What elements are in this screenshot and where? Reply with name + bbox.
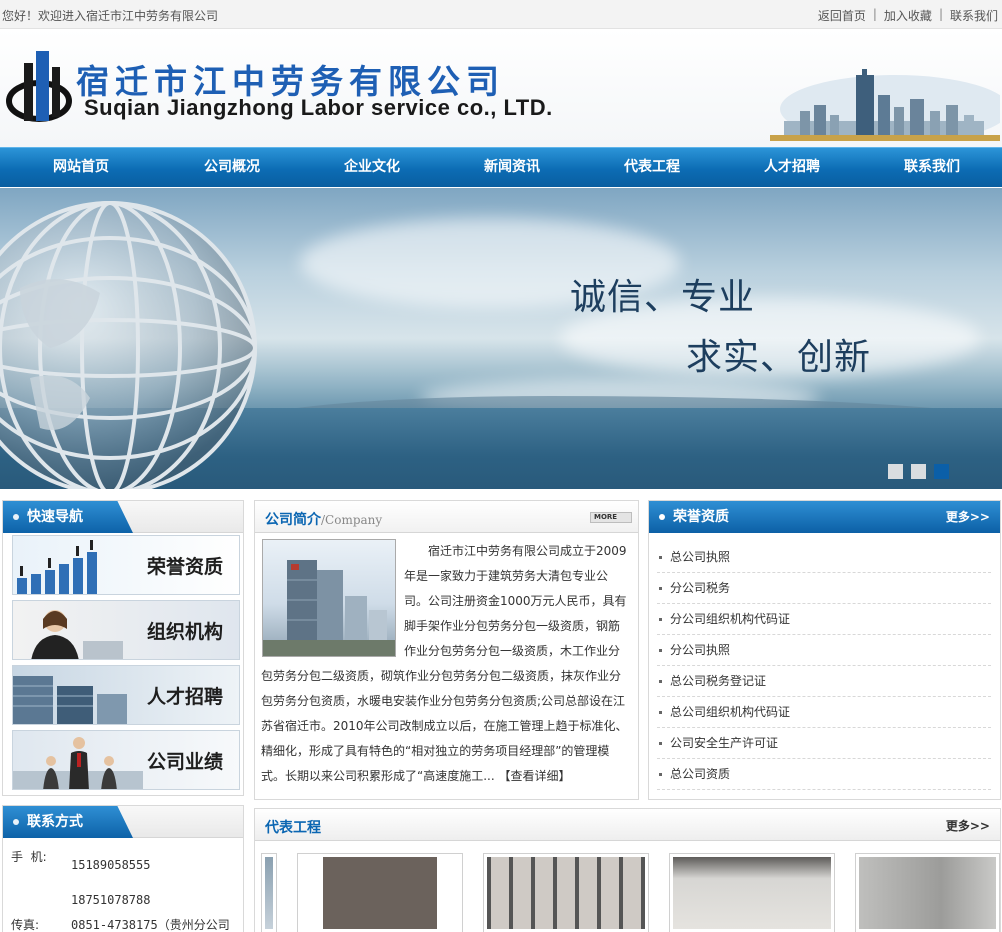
top-links: 返回首页 | 加入收藏 | 联系我们 xyxy=(818,7,998,24)
nav-projects[interactable]: 代表工程 xyxy=(582,148,722,186)
list-item[interactable]: 分公司税务 xyxy=(657,573,991,604)
nav-contact[interactable]: 联系我们 xyxy=(862,148,1002,186)
list-item[interactable]: 公司安全生产许可证 xyxy=(657,728,991,759)
contact-header: 联系方式 xyxy=(3,806,243,838)
intro-more-button[interactable]: MORE xyxy=(590,512,632,523)
projects-panel: 代表工程 更多>> xyxy=(254,808,1001,932)
intro-header: 公司简介/Company MORE xyxy=(255,501,638,533)
slide-dot-3[interactable] xyxy=(934,464,949,479)
welcome-text: 您好！欢迎进入宿迁市江中劳务有限公司 xyxy=(2,9,219,23)
slide-indicators xyxy=(888,464,949,479)
bar-chart-people-image xyxy=(17,540,97,594)
nav-recruitment[interactable]: 人才招聘 xyxy=(722,148,862,186)
company-name-en: Suqian Jiangzhong Labor service co., LTD… xyxy=(84,95,553,120)
site-header: 宿迁市江中劳务有限公司 Suqian Jiangzhong Labor serv… xyxy=(0,29,1002,147)
nav-home[interactable]: 网站首页 xyxy=(0,148,162,186)
fax-number: 0851-4738175（贵州分公司 xyxy=(71,918,230,932)
project-thumb[interactable] xyxy=(855,853,1000,932)
nav-culture[interactable]: 企业文化 xyxy=(302,148,442,186)
quick-nav-label: 荣誉资质 xyxy=(146,556,223,578)
slide-dot-1[interactable] xyxy=(888,464,903,479)
quick-nav-recruitment[interactable]: 人才招聘 xyxy=(12,665,240,725)
quick-nav-performance[interactable]: 公司业绩 xyxy=(12,730,240,790)
list-item[interactable]: 总公司税务登记证 xyxy=(657,666,991,697)
honors-title: 荣誉资质 xyxy=(659,501,729,533)
fax-label: 传真: xyxy=(11,918,40,932)
projects-title: 代表工程 xyxy=(265,820,321,836)
honors-panel: 荣誉资质 更多>> 总公司执照 分公司税务 分公司组织机构代码证 分公司执照 总… xyxy=(648,500,1001,800)
add-favorite-link[interactable]: 加入收藏 xyxy=(884,7,932,24)
projects-header: 代表工程 更多>> xyxy=(255,809,1000,841)
mobile-number-2: 18751078788 xyxy=(71,893,151,907)
mobile-label: 手 机: xyxy=(11,850,47,864)
hero-banner[interactable]: 诚信、专业 求实、创新 xyxy=(0,188,1002,489)
buildings-image xyxy=(13,676,127,724)
company-logo-icon[interactable] xyxy=(6,45,72,123)
project-thumb[interactable] xyxy=(669,853,835,932)
intro-title: 公司简介/Company xyxy=(265,512,383,528)
top-bar: 您好！欢迎进入宿迁市江中劳务有限公司 返回首页 | 加入收藏 | 联系我们 xyxy=(0,0,1002,29)
banner-slogan-1: 诚信、专业 xyxy=(570,277,756,318)
list-item[interactable]: 分公司执照 xyxy=(657,635,991,666)
quick-nav-label: 公司业绩 xyxy=(146,751,223,773)
quick-nav-label: 组织机构 xyxy=(146,621,223,643)
company-intro-panel: 公司简介/Company MORE 宿迁市江中劳务有限公司成立于2009年是一家… xyxy=(254,500,639,800)
contact-title: 联系方式 xyxy=(3,806,133,838)
businesswoman-image xyxy=(31,610,123,659)
business-team-image xyxy=(13,737,143,789)
mobile-number-1: 15189058555 xyxy=(71,858,151,872)
list-item[interactable]: 分公司组织机构代码证 xyxy=(657,604,991,635)
contact-us-link[interactable]: 联系我们 xyxy=(950,7,998,24)
intro-body: 宿迁市江中劳务有限公司成立于2009年是一家致力于建筑劳务大清包专业公司。公司注… xyxy=(261,539,631,789)
nav-news[interactable]: 新闻资讯 xyxy=(442,148,582,186)
contact-panel: 联系方式 手 机: 15189058555 18751078788 传真: 08… xyxy=(2,805,244,932)
globe-sculpture-icon xyxy=(0,201,257,489)
divider: | xyxy=(938,7,943,21)
quick-nav-panel: 快速导航 荣誉资质 组织机构 人才招聘 公司业绩 xyxy=(2,500,244,796)
view-detail-link[interactable]: 【查看详细】 xyxy=(499,769,571,783)
city-skyline-image xyxy=(770,69,1000,141)
honors-header: 荣誉资质 更多>> xyxy=(649,501,1000,533)
project-thumb[interactable] xyxy=(297,853,463,932)
list-item[interactable]: 总公司资质 xyxy=(657,759,991,790)
quick-nav-organization[interactable]: 组织机构 xyxy=(12,600,240,660)
honors-more-link[interactable]: 更多>> xyxy=(946,501,990,533)
list-item[interactable]: 总公司组织机构代码证 xyxy=(657,697,991,728)
main-nav: 网站首页 公司概况 企业文化 新闻资讯 代表工程 人才招聘 联系我们 xyxy=(0,147,1002,187)
banner-slogan-2: 求实、创新 xyxy=(686,337,872,378)
quick-nav-honors[interactable]: 荣誉资质 xyxy=(12,535,240,595)
quick-nav-header: 快速导航 xyxy=(3,501,243,533)
slide-dot-2[interactable] xyxy=(911,464,926,479)
quick-nav-title: 快速导航 xyxy=(3,501,133,533)
nav-about[interactable]: 公司概况 xyxy=(162,148,302,186)
quick-nav-label: 人才招聘 xyxy=(146,686,223,708)
honors-list: 总公司执照 分公司税务 分公司组织机构代码证 分公司执照 总公司税务登记证 总公… xyxy=(657,542,991,790)
projects-more-link[interactable]: 更多>> xyxy=(946,817,990,834)
list-item[interactable]: 总公司执照 xyxy=(657,542,991,573)
project-thumb[interactable] xyxy=(261,853,277,932)
back-home-link[interactable]: 返回首页 xyxy=(818,7,866,24)
project-thumb[interactable] xyxy=(483,853,649,932)
divider: | xyxy=(872,7,877,21)
